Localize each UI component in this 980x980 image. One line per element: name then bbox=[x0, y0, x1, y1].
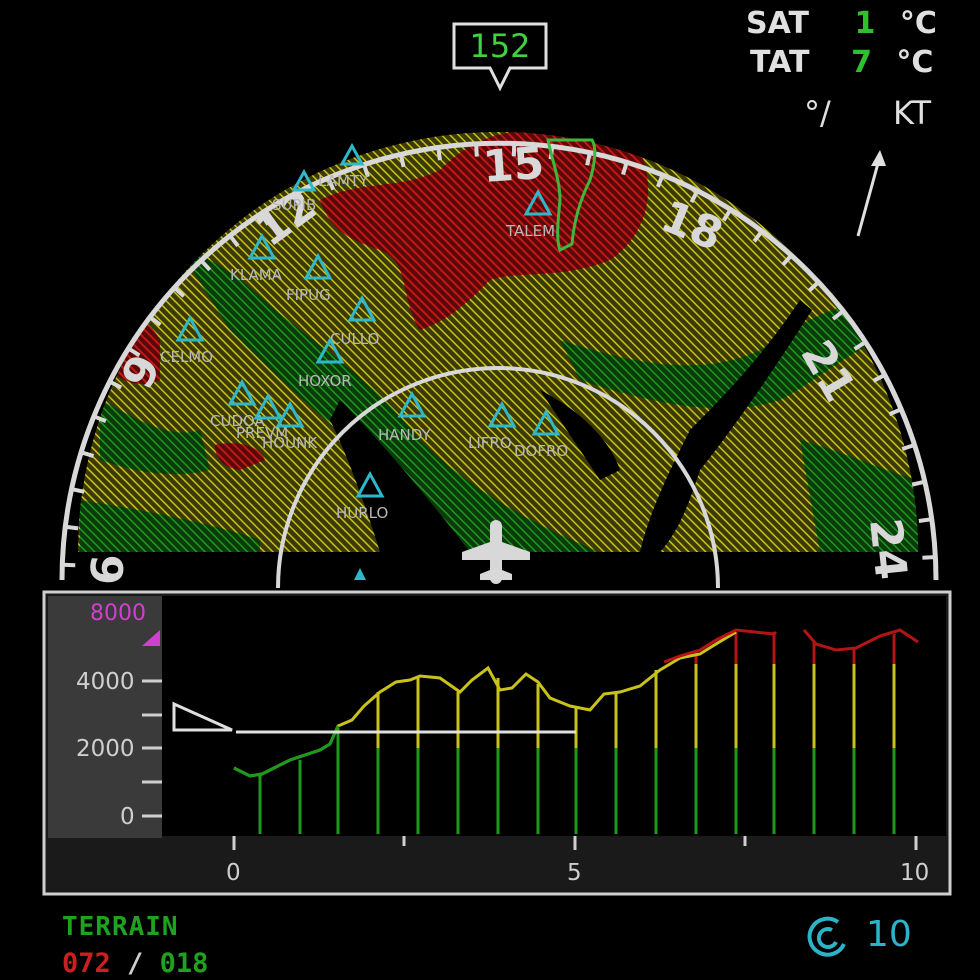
terrain-separator: / bbox=[127, 948, 144, 979]
y-tick-4000: 4000 bbox=[76, 669, 135, 695]
profile-scale-bg bbox=[48, 596, 162, 838]
waypoint-label: DOFRO bbox=[514, 442, 568, 460]
waypoint-label: HURLO bbox=[336, 504, 388, 522]
vertical-profile: 8000 4000 2000 0 0 5 10 bbox=[42, 590, 952, 896]
waypoint-label: LIFRO bbox=[468, 434, 512, 452]
waypoint-label: TALEM bbox=[505, 222, 555, 240]
compass-tick bbox=[398, 154, 406, 168]
compass-label-15: 15 bbox=[481, 138, 546, 193]
waypoint-label: HOXOR bbox=[298, 372, 352, 390]
terrain-elevations: 072 / 018 bbox=[62, 948, 208, 979]
waypoint-label: CELMO bbox=[160, 348, 213, 366]
waypoint-label: LAMTY bbox=[318, 172, 369, 190]
range-ring-icon bbox=[807, 916, 846, 957]
waypoint-label: HOUNK bbox=[262, 434, 318, 452]
waypoint-small-icon bbox=[354, 568, 366, 580]
waypoint-label: SUPIB bbox=[272, 196, 316, 214]
waypoint-label: KLAMA bbox=[230, 266, 283, 284]
terrain-mode-label: TERRAIN bbox=[62, 912, 179, 942]
waypoint-label: CULLO bbox=[330, 330, 379, 348]
waypoint-label: HANDY bbox=[378, 426, 431, 444]
profile-plot-area bbox=[162, 596, 946, 836]
range-value[interactable]: 10 bbox=[866, 914, 912, 955]
compass-tick bbox=[436, 147, 442, 161]
y-tick-0: 0 bbox=[120, 804, 135, 830]
compass-label-6: 6 bbox=[82, 554, 134, 586]
compass-tick bbox=[474, 144, 479, 157]
compass-tick bbox=[66, 524, 79, 531]
y-tick-2000: 2000 bbox=[76, 736, 135, 762]
terrain-low-value: 018 bbox=[159, 948, 209, 979]
compass-tick bbox=[72, 487, 85, 494]
nav-map: 15 18 21 24 9 12 6 LAMTY SUPIB TALEM KLA… bbox=[59, 132, 939, 589]
compass-tick bbox=[585, 153, 592, 166]
compass-tick bbox=[911, 479, 925, 487]
x-tick-10: 10 bbox=[900, 860, 929, 886]
compass-label-24: 24 bbox=[859, 516, 916, 582]
compass-tick bbox=[922, 555, 935, 560]
x-tick-0: 0 bbox=[226, 860, 241, 886]
compass-tick bbox=[918, 517, 932, 523]
waypoint-label: FIPUG bbox=[286, 286, 331, 304]
terrain-high-value: 072 bbox=[62, 948, 111, 979]
x-tick-5: 5 bbox=[567, 860, 582, 886]
profile-alt-top: 8000 bbox=[90, 601, 146, 626]
